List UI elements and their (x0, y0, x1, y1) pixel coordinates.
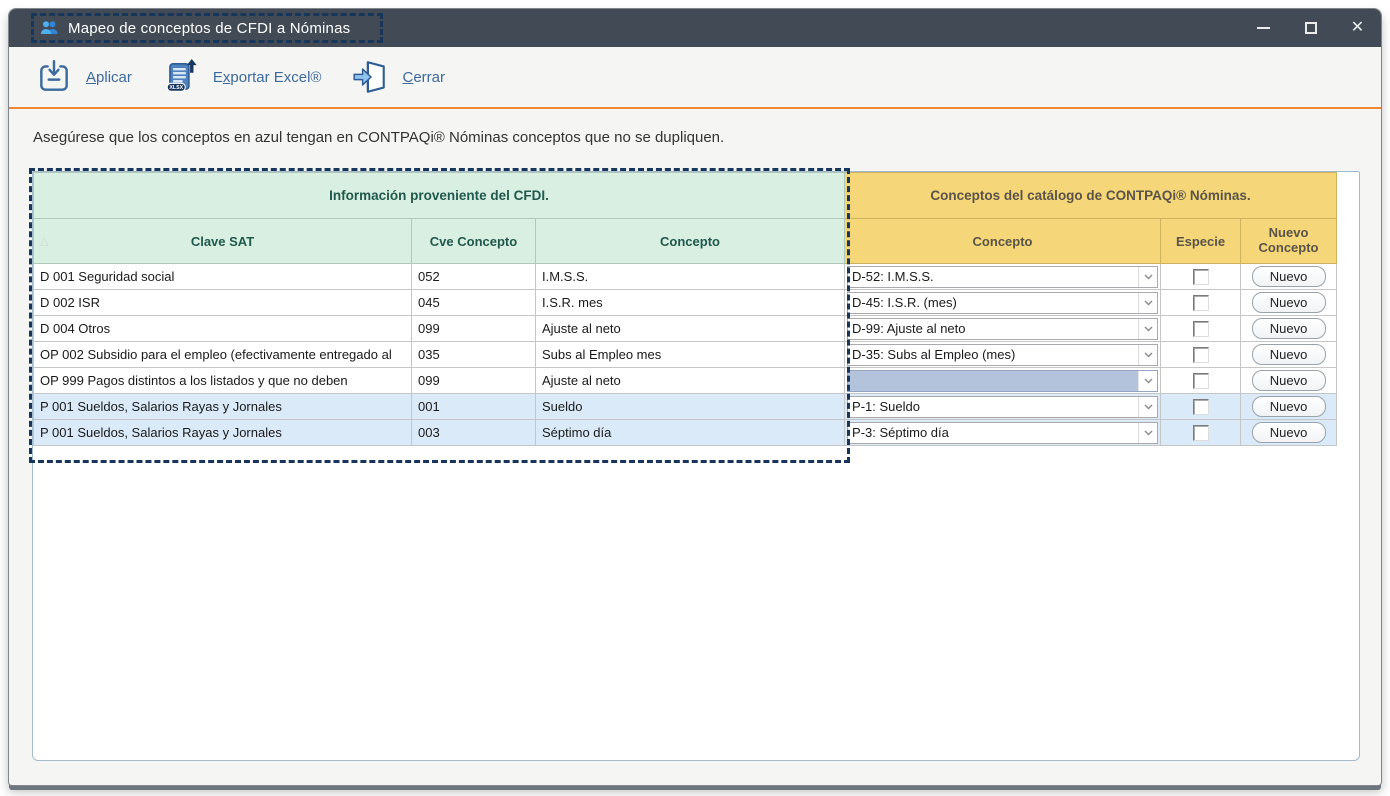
table-row: D 004 Otros 099 Ajuste al neto D-99: Aju… (34, 316, 1337, 342)
app-window: Mapeo de conceptos de CFDI a Nóminas ✕ A… (8, 8, 1382, 786)
table-row: D 001 Seguridad social 052 I.M.S.S. D-52… (34, 264, 1337, 290)
toolbar: Aplicar XLSX Exportar Excel® (9, 47, 1381, 109)
concepto-cfdi-cell: I.S.R. mes (536, 290, 845, 316)
excel-export-icon: XLSX (162, 58, 200, 96)
column-header-clave-sat[interactable]: △Clave SAT (34, 219, 412, 264)
nuevo-button[interactable]: Nuevo (1252, 292, 1326, 314)
minimize-icon (1257, 27, 1270, 29)
nuevo-button[interactable]: Nuevo (1252, 370, 1326, 392)
clave-sat-cell: P 001 Sueldos, Salarios Rayas y Jornales (34, 394, 412, 420)
cve-concepto-cell: 099 (412, 316, 536, 342)
column-header-row: △Clave SAT Cve Concepto Concepto Concept… (34, 219, 1337, 264)
concepto-cfdi-cell: I.M.S.S. (536, 264, 845, 290)
maximize-icon (1305, 22, 1317, 34)
people-icon (39, 18, 59, 38)
cerrar-button[interactable]: Cerrar (351, 58, 445, 96)
column-header-especie[interactable]: Especie (1161, 219, 1241, 264)
close-button[interactable]: ✕ (1334, 9, 1381, 47)
chevron-down-icon[interactable] (1138, 319, 1157, 339)
concepto-nominas-dropdown[interactable] (847, 370, 1158, 392)
cve-concepto-cell: 052 (412, 264, 536, 290)
nuevo-button[interactable]: Nuevo (1252, 344, 1326, 366)
column-header-cve-concepto[interactable]: Cve Concepto (412, 219, 536, 264)
concepto-nominas-dropdown[interactable]: D-35: Subs al Empleo (mes) (847, 344, 1158, 366)
sort-ascending-icon: △ (40, 235, 48, 248)
aplicar-label: Aplicar (86, 69, 132, 86)
window-controls: ✕ (1240, 9, 1381, 47)
nuevo-button[interactable]: Nuevo (1252, 318, 1326, 340)
nuevo-button[interactable]: Nuevo (1252, 266, 1326, 288)
exportar-excel-button[interactable]: XLSX Exportar Excel® (162, 58, 322, 96)
concepto-nominas-dropdown[interactable]: P-1: Sueldo (847, 396, 1158, 418)
table-row: D 002 ISR 045 I.S.R. mes D-45: I.S.R. (m… (34, 290, 1337, 316)
svg-text:XLSX: XLSX (169, 85, 183, 91)
chevron-down-icon[interactable] (1138, 397, 1157, 417)
cve-concepto-cell: 099 (412, 368, 536, 394)
column-header-nuevo-concepto[interactable]: Nuevo Concepto (1241, 219, 1337, 264)
table-row: P 001 Sueldos, Salarios Rayas y Jornales… (34, 420, 1337, 446)
group-header-row: Información proveniente del CFDI. Concep… (34, 173, 1337, 219)
chevron-down-icon[interactable] (1138, 371, 1157, 391)
table-panel: Información proveniente del CFDI. Concep… (32, 171, 1360, 761)
especie-checkbox[interactable] (1193, 269, 1209, 285)
especie-checkbox[interactable] (1193, 321, 1209, 337)
cve-concepto-cell: 045 (412, 290, 536, 316)
concepto-nominas-dropdown[interactable]: D-52: I.M.S.S. (847, 266, 1158, 288)
clave-sat-cell: OP 999 Pagos distintos a los listados y … (34, 368, 412, 394)
group-header-cfdi: Información proveniente del CFDI. (34, 173, 845, 219)
clave-sat-cell: P 001 Sueldos, Salarios Rayas y Jornales (34, 420, 412, 446)
instruction-text: Asegúrese que los conceptos en azul teng… (9, 109, 1381, 165)
close-icon: ✕ (1351, 20, 1364, 36)
titlebar: Mapeo de conceptos de CFDI a Nóminas ✕ (9, 9, 1381, 47)
concepto-cfdi-cell: Ajuste al neto (536, 368, 845, 394)
concepto-nominas-dropdown[interactable]: P-3: Séptimo día (847, 422, 1158, 444)
chevron-down-icon[interactable] (1138, 423, 1157, 443)
concepto-nominas-dropdown[interactable]: D-45: I.S.R. (mes) (847, 292, 1158, 314)
especie-checkbox[interactable] (1193, 425, 1209, 441)
minimize-button[interactable] (1240, 9, 1287, 47)
table-row: OP 999 Pagos distintos a los listados y … (34, 368, 1337, 394)
nuevo-button[interactable]: Nuevo (1252, 396, 1326, 418)
especie-checkbox[interactable] (1193, 399, 1209, 415)
clave-sat-cell: D 001 Seguridad social (34, 264, 412, 290)
column-header-concepto-nominas[interactable]: Concepto (845, 219, 1161, 264)
apply-download-icon (35, 58, 73, 96)
clave-sat-cell: D 002 ISR (34, 290, 412, 316)
cerrar-label: Cerrar (402, 69, 445, 86)
window-title: Mapeo de conceptos de CFDI a Nóminas (68, 20, 350, 37)
concepto-cfdi-cell: Subs al Empleo mes (536, 342, 845, 368)
concepto-nominas-dropdown[interactable]: D-99: Ajuste al neto (847, 318, 1158, 340)
nuevo-button[interactable]: Nuevo (1252, 422, 1326, 444)
chevron-down-icon[interactable] (1138, 293, 1157, 313)
table-row: P 001 Sueldos, Salarios Rayas y Jornales… (34, 394, 1337, 420)
group-header-nominas: Conceptos del catálogo de CONTPAQi® Nómi… (845, 173, 1337, 219)
chevron-down-icon[interactable] (1138, 345, 1157, 365)
cve-concepto-cell: 035 (412, 342, 536, 368)
cve-concepto-cell: 003 (412, 420, 536, 446)
mapping-table: Información proveniente del CFDI. Concep… (33, 172, 1337, 446)
especie-checkbox[interactable] (1193, 373, 1209, 389)
exit-door-icon (351, 58, 389, 96)
concepto-cfdi-cell: Sueldo (536, 394, 845, 420)
clave-sat-cell: OP 002 Subsidio para el empleo (efectiva… (34, 342, 412, 368)
maximize-button[interactable] (1287, 9, 1334, 47)
chevron-down-icon[interactable] (1138, 267, 1157, 287)
table-row: OP 002 Subsidio para el empleo (efectiva… (34, 342, 1337, 368)
concepto-cfdi-cell: Ajuste al neto (536, 316, 845, 342)
column-header-concepto-cfdi[interactable]: Concepto (536, 219, 845, 264)
cve-concepto-cell: 001 (412, 394, 536, 420)
especie-checkbox[interactable] (1193, 347, 1209, 363)
especie-checkbox[interactable] (1193, 295, 1209, 311)
exportar-excel-label: Exportar Excel® (213, 69, 322, 86)
aplicar-button[interactable]: Aplicar (35, 58, 132, 96)
concepto-cfdi-cell: Séptimo día (536, 420, 845, 446)
clave-sat-cell: D 004 Otros (34, 316, 412, 342)
